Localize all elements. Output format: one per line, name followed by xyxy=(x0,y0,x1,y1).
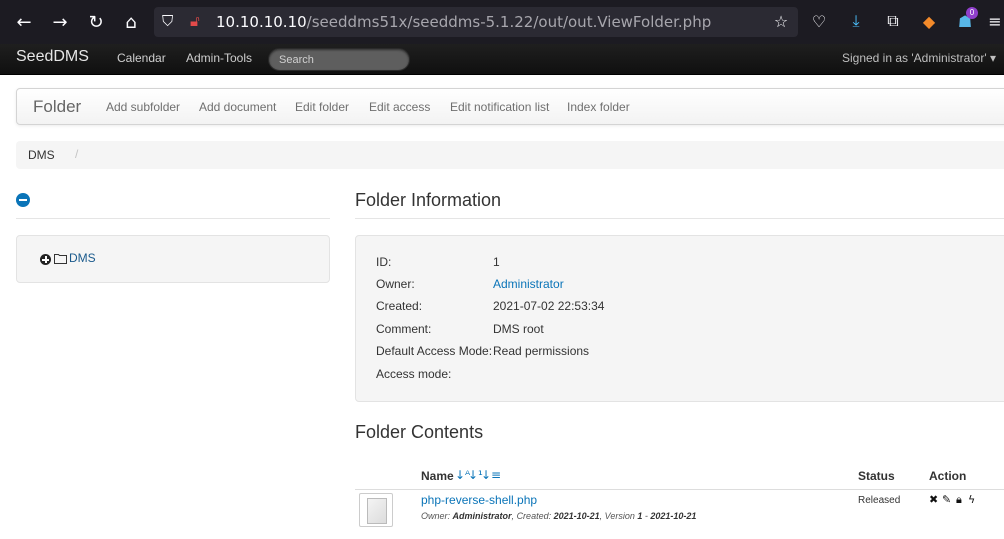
add-document-link[interactable]: Add document xyxy=(199,100,276,114)
edit-icon[interactable]: ✎ xyxy=(942,493,951,506)
breadcrumb-separator: / xyxy=(75,147,79,161)
owner-label: Owner: xyxy=(421,511,451,521)
collapse-tree-icon[interactable] xyxy=(16,193,30,207)
created-date: 2021-10-21 xyxy=(553,511,600,521)
divider xyxy=(16,218,330,219)
search-input[interactable] xyxy=(268,48,410,71)
pocket-icon[interactable]: ♡ xyxy=(808,10,830,32)
address-bar[interactable]: ⛉ 🔓︎ 10.10.10.10/seeddms51x/seeddms-5.1.… xyxy=(154,7,798,37)
info-label-comment: Comment: xyxy=(376,322,432,336)
version-date: 2021-10-21 xyxy=(650,511,697,521)
owner-link[interactable]: Administrator xyxy=(493,277,564,291)
expand-icon[interactable] xyxy=(40,254,51,265)
delete-icon[interactable]: ✖ xyxy=(929,493,938,506)
edit-access-link[interactable]: Edit access xyxy=(369,100,430,114)
tree-item-dms[interactable]: DMS xyxy=(69,251,96,265)
shield-icon[interactable]: ⛉ xyxy=(162,12,173,30)
info-label-owner: Owner: xyxy=(376,277,415,291)
status-badge: Released xyxy=(858,495,901,506)
folder-tree: DMS xyxy=(16,235,330,283)
reload-icon[interactable]: ↻ xyxy=(83,9,109,35)
forward-icon[interactable]: → xyxy=(47,9,73,35)
lock-icon[interactable]: 🔒︎ xyxy=(956,493,962,507)
lock-insecure-icon[interactable]: 🔓︎ xyxy=(190,12,200,30)
nav-admin-tools[interactable]: Admin-Tools xyxy=(186,51,252,65)
owner-name: Administrator xyxy=(452,511,512,521)
column-header-action: Action xyxy=(929,469,967,483)
add-subfolder-link[interactable]: Add subfolder xyxy=(106,100,180,114)
folder-contents-title: Folder Contents xyxy=(355,422,484,442)
app-navbar: SeedDMS Calendar Admin-Tools Signed in a… xyxy=(0,44,1004,75)
column-header-name: Name xyxy=(421,469,454,483)
url-path: /seeddms51x/seeddms-5.1.22/out/out.ViewF… xyxy=(306,13,712,31)
edit-notification-list-link[interactable]: Edit notification list xyxy=(450,100,549,114)
folder-icon xyxy=(54,254,67,264)
url-host: 10.10.10.10 xyxy=(216,13,307,31)
info-value-default-access: Read permissions xyxy=(493,344,590,358)
download-icon[interactable]: ⤓ xyxy=(845,10,867,32)
folder-toolbar-title: Folder xyxy=(33,97,82,116)
foxyproxy-icon[interactable]: ◆ xyxy=(918,10,940,32)
bolt-icon[interactable]: ϟ xyxy=(968,493,975,506)
star-icon[interactable]: ☆ xyxy=(770,10,792,32)
url-text[interactable]: 10.10.10.10/seeddms51x/seeddms-5.1.22/ou… xyxy=(216,13,711,31)
document-thumbnail[interactable] xyxy=(359,493,393,527)
folder-information-title: Folder Information xyxy=(355,190,502,210)
index-folder-link[interactable]: Index folder xyxy=(567,100,630,114)
info-value-id: 1 xyxy=(493,255,500,269)
brand-logo[interactable]: SeedDMS xyxy=(16,48,89,66)
user-menu[interactable]: Signed in as 'Administrator' ▾ xyxy=(842,51,996,65)
edit-folder-link[interactable]: Edit folder xyxy=(295,100,349,114)
folder-toolbar: Folder Add subfolder Add document Edit f… xyxy=(16,88,1004,125)
document-link[interactable]: php-reverse-shell.php xyxy=(421,493,537,507)
table-divider xyxy=(355,489,1004,490)
extensions-icon[interactable]: ⧉ xyxy=(882,10,904,32)
menu-icon[interactable]: ≡ xyxy=(984,10,1004,32)
info-value-comment: DMS root xyxy=(493,322,544,336)
document-meta: Owner: Administrator, Created: 2021-10-2… xyxy=(421,511,697,521)
created-label: Created: xyxy=(516,511,552,521)
column-header-status: Status xyxy=(858,469,895,483)
info-label-default-access: Default Access Mode: xyxy=(376,344,493,358)
version-number: 1 xyxy=(637,511,643,521)
divider xyxy=(355,218,1004,219)
back-icon[interactable]: ← xyxy=(11,9,37,35)
info-label-id: ID: xyxy=(376,255,392,269)
info-label-created: Created: xyxy=(376,299,423,313)
breadcrumb: DMS / xyxy=(16,141,1004,169)
info-value-created: 2021-07-02 22:53:34 xyxy=(493,299,605,313)
sort-order-icon[interactable]: ↓≡ xyxy=(481,468,501,482)
home-icon[interactable]: ⌂ xyxy=(118,9,144,35)
badge-count: 0 xyxy=(966,7,978,19)
folder-info-panel: ID: 1 Owner: Administrator Created: 2021… xyxy=(355,235,1004,402)
version-label: Version xyxy=(604,511,635,521)
nav-calendar[interactable]: Calendar xyxy=(117,51,166,65)
info-label-access-mode: Access mode: xyxy=(376,367,452,381)
breadcrumb-item-dms[interactable]: DMS xyxy=(28,148,55,162)
browser-toolbar: ← → ↻ ⌂ ⛉ 🔓︎ 10.10.10.10/seeddms51x/seed… xyxy=(0,0,1004,44)
